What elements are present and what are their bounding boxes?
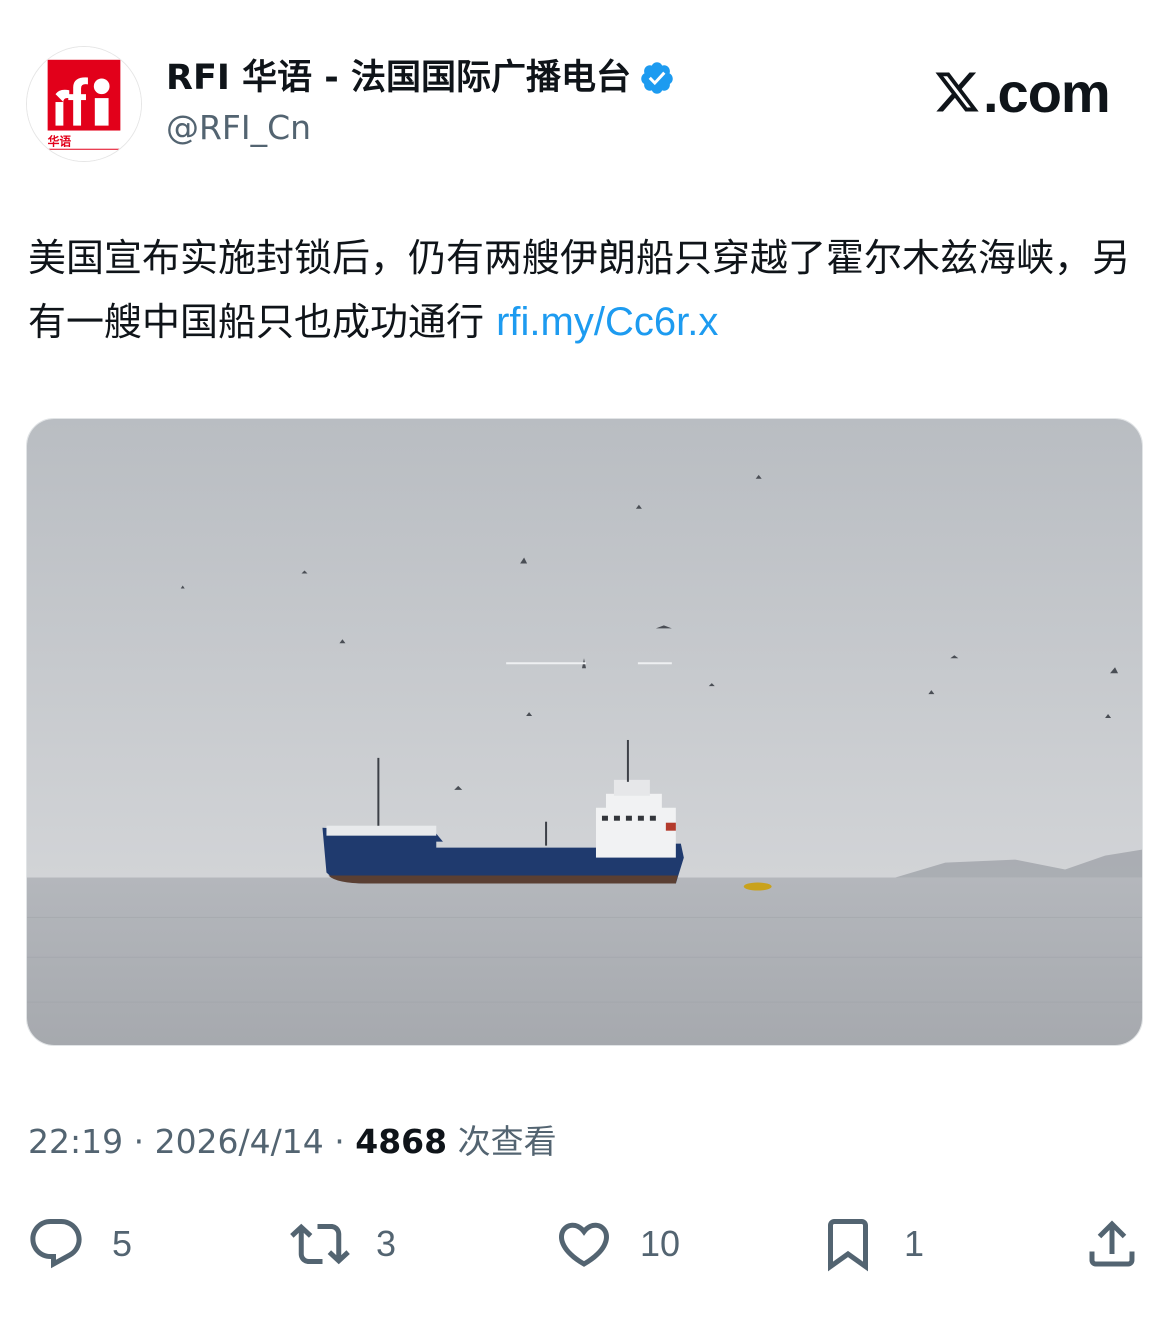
tweet-meta: 22:19 · 2026/4/14 · 4868 次查看 — [28, 1118, 557, 1166]
views-count: 4868 — [355, 1122, 448, 1161]
display-name[interactable]: RFI 华语 - 法国国际广播电台 — [166, 56, 675, 100]
bookmark-button[interactable]: 1 — [818, 1212, 924, 1276]
rfi-logo: 华语 — [27, 47, 141, 161]
account-handle[interactable]: @RFI_Cn — [166, 106, 311, 150]
share-icon — [1089, 1220, 1135, 1267]
tweet-media-image[interactable] — [26, 418, 1143, 1046]
avatar-sub-text: 华语 — [48, 134, 72, 148]
tweet-timestamp[interactable]: 22:19 · 2026/4/14 · — [28, 1122, 355, 1161]
avatar[interactable]: 华语 — [26, 46, 142, 162]
like-count: 10 — [640, 1223, 681, 1264]
x-logo-icon — [935, 72, 979, 112]
reply-icon — [30, 1219, 82, 1269]
repost-button[interactable]: 3 — [290, 1212, 396, 1276]
bookmark-count: 1 — [904, 1223, 925, 1264]
like-button[interactable]: 10 — [554, 1212, 680, 1276]
share-button[interactable] — [1082, 1212, 1142, 1276]
display-name-text[interactable]: RFI 华语 - 法国国际广播电台 — [166, 56, 631, 100]
views-label: 次查看 — [447, 1122, 557, 1161]
x-com-watermark: .com — [932, 60, 1111, 124]
reply-button[interactable]: 5 — [26, 1212, 132, 1276]
x-com-text: .com — [983, 60, 1111, 124]
bookmark-icon — [828, 1219, 868, 1272]
ship-photo — [27, 419, 1142, 1045]
tweet-link[interactable]: rfi.my/Cc6r.x — [496, 300, 718, 344]
heart-icon — [558, 1222, 610, 1267]
tweet-text: 美国宣布实施封锁后，仍有两艘伊朗船只穿越了霍尔木兹海峡，另有一艘中国船只也成功通… — [28, 226, 1138, 354]
verified-badge-icon — [641, 62, 673, 94]
repost-icon — [290, 1223, 350, 1265]
repost-count: 3 — [376, 1223, 397, 1264]
reply-count: 5 — [112, 1223, 133, 1264]
